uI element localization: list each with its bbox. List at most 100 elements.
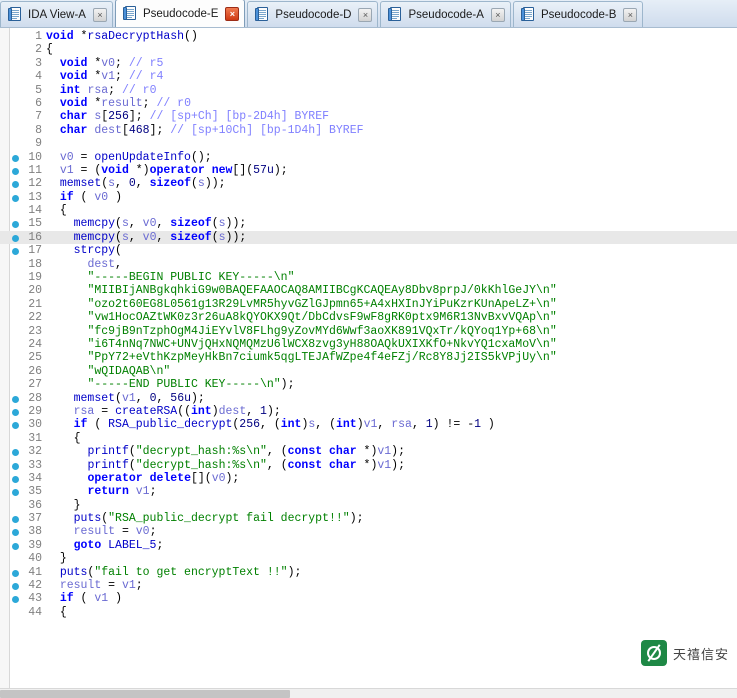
document-icon: [388, 7, 402, 22]
line-text: "-----BEGIN PUBLIC KEY-----\n": [87, 271, 295, 285]
tab-pseudocode-a[interactable]: Pseudocode-A ×: [380, 1, 511, 27]
code-line[interactable]: 37 puts("RSA_public_decrypt fail decrypt…: [0, 512, 737, 525]
code-line[interactable]: 27 "-----END PUBLIC KEY-----\n");: [0, 378, 737, 391]
close-icon[interactable]: ×: [490, 7, 505, 22]
code-line[interactable]: 2{: [0, 43, 737, 56]
code-line[interactable]: 10 v0 = openUpdateInfo();: [0, 151, 737, 164]
code-line[interactable]: 13 if ( v0 ): [0, 191, 737, 204]
code-line[interactable]: 21 "ozo2t60EG8L0561g13R29LvMR5hyvGZlGJpm…: [0, 298, 737, 311]
horizontal-scrollbar-thumb[interactable]: [0, 690, 290, 698]
code-line[interactable]: 4 void *v1; // r4: [0, 70, 737, 83]
code-line[interactable]: 24 "i6T4nNq7NWC+UNVjQHxNQMQMzU6lWCX8zvg3…: [0, 338, 737, 351]
code-line[interactable]: 25 "PpY72+eVthKzpMeyHkBn7ciumk5qgLTEJAfW…: [0, 351, 737, 364]
code-line[interactable]: 1 void *rsaDecryptHash(): [0, 30, 737, 43]
close-icon[interactable]: ×: [623, 7, 638, 22]
line-number: 41: [28, 565, 42, 579]
code-line[interactable]: 5 int rsa; // r0: [0, 84, 737, 97]
line-number: 16: [28, 230, 42, 244]
line-number: 40: [28, 552, 42, 566]
line-number: 32: [28, 445, 42, 459]
line-number: 44: [28, 605, 42, 619]
line-text: puts("RSA_public_decrypt fail decrypt!!"…: [73, 512, 364, 526]
code-line[interactable]: 23 "fc9jB9nTzphOgM4JiEYvlV8FLhg9yZovMYd6…: [0, 325, 737, 338]
code-line[interactable]: 12 memset(s, 0, sizeof(s));: [0, 177, 737, 190]
code-line[interactable]: 16 memcpy(s, v0, sizeof(s));: [0, 230, 737, 245]
line-number: 31: [28, 431, 42, 445]
line-text: "MIIBIjANBgkqhkiG9w0BAQEFAAOCAQ8AMIIBCgK…: [87, 284, 557, 298]
code-line[interactable]: 35 return v1;: [0, 485, 737, 498]
line-text: }: [73, 498, 81, 512]
line-text: memset(v1, 0, 56u);: [73, 391, 205, 405]
tab-label: Pseudocode-E: [142, 7, 219, 20]
horizontal-scrollbar[interactable]: [0, 688, 737, 698]
line-text: "PpY72+eVthKzpMeyHkBn7ciumk5qgLTEJAfWZpe…: [87, 351, 557, 365]
code-line[interactable]: 36 }: [0, 499, 737, 512]
tab-pseudocode-d[interactable]: Pseudocode-D ×: [247, 1, 379, 27]
tab-bar: IDA View-A × Pseudocode-E × Pseudocode-D × Pse…: [0, 0, 737, 28]
tab-label: Pseudocode-A: [408, 8, 484, 21]
code-line[interactable]: 29 rsa = createRSA((int)dest, 1);: [0, 405, 737, 418]
line-number: 25: [28, 351, 42, 365]
line-number: 23: [28, 324, 42, 338]
line-text: {: [73, 431, 81, 445]
code-line[interactable]: 11 v1 = (void *)operator new[](57u);: [0, 164, 737, 177]
pseudocode-editor[interactable]: 1 void *rsaDecryptHash() 2{3 void *v0; // …: [0, 28, 737, 688]
code-line[interactable]: 6 void *result; // r0: [0, 97, 737, 110]
code-line[interactable]: 14 {: [0, 204, 737, 217]
line-text: printf("decrypt_hash:%s\n", (const char …: [87, 458, 405, 472]
line-number: 14: [28, 204, 42, 218]
code-line[interactable]: 31 {: [0, 432, 737, 445]
code-line[interactable]: 18 dest,: [0, 258, 737, 271]
tab-ida-view-a[interactable]: IDA View-A ×: [0, 1, 113, 27]
code-line[interactable]: 32 printf("decrypt_hash:%s\n", (const ch…: [0, 445, 737, 458]
code-line[interactable]: 30 if ( RSA_public_decrypt(256, (int)s, …: [0, 418, 737, 431]
line-number: 20: [28, 284, 42, 298]
tab-pseudocode-b[interactable]: Pseudocode-B ×: [512, 1, 644, 27]
code-line[interactable]: 22 "vw1HocOAZtWK0z3r26uA8kQYOKX9Qt/DbCdv…: [0, 311, 737, 324]
code-line[interactable]: 38 result = v0;: [0, 525, 737, 538]
line-text: char s[256]; // [sp+Ch] [bp-2D4h] BYREF: [59, 110, 330, 124]
code-line[interactable]: 39 goto LABEL_5;: [0, 539, 737, 552]
code-line[interactable]: 33 printf("decrypt_hash:%s\n", (const ch…: [0, 459, 737, 472]
close-icon[interactable]: ×: [225, 6, 240, 21]
code-line[interactable]: 40 }: [0, 552, 737, 565]
line-text: void *rsaDecryptHash(): [46, 30, 198, 43]
line-text: if ( RSA_public_decrypt(256, (int)s, (in…: [73, 418, 495, 432]
line-text: void *result; // r0: [59, 96, 191, 110]
code-line[interactable]: 8 char dest[468]; // [sp+10Ch] [bp-1D4h]…: [0, 124, 737, 137]
code-line[interactable]: 42 result = v1;: [0, 579, 737, 592]
line-text: {: [59, 605, 67, 619]
line-text: "i6T4nNq7NWC+UNVjQHxNQMQMzU6lWCX8zvg3yH8…: [87, 337, 557, 351]
line-number: 29: [28, 404, 42, 418]
code-line[interactable]: 43 if ( v1 ): [0, 592, 737, 605]
code-line[interactable]: 17 strcpy(: [0, 244, 737, 257]
code-line[interactable]: 9: [0, 137, 737, 150]
tab-pseudocode-e[interactable]: Pseudocode-E ×: [114, 0, 246, 27]
code-line[interactable]: 26 "wQIDAQAB\n": [0, 365, 737, 378]
line-number: 38: [28, 525, 42, 539]
line-text: void *v0; // r5: [59, 56, 164, 70]
code-line[interactable]: 41 puts("fail to get encryptText !!");: [0, 566, 737, 579]
code-line[interactable]: 44 {: [0, 606, 737, 619]
line-number: 34: [28, 471, 42, 485]
line-text: "wQIDAQAB\n": [87, 364, 171, 378]
line-number: 13: [28, 190, 42, 204]
code-line[interactable]: 3 void *v0; // r5: [0, 57, 737, 70]
line-number: 27: [28, 378, 42, 392]
close-icon[interactable]: ×: [358, 7, 373, 22]
code-line[interactable]: 19 "-----BEGIN PUBLIC KEY-----\n": [0, 271, 737, 284]
document-icon: [8, 7, 21, 22]
code-line[interactable]: 28 memset(v1, 0, 56u);: [0, 392, 737, 405]
line-number: 19: [28, 271, 42, 285]
close-icon[interactable]: ×: [92, 7, 107, 22]
line-number: 39: [28, 538, 42, 552]
line-text: dest,: [87, 257, 122, 271]
line-number: 37: [28, 512, 42, 526]
tab-label: IDA View-A: [28, 8, 86, 21]
code-line[interactable]: 20 "MIIBIjANBgkqhkiG9w0BAQEFAAOCAQ8AMIIB…: [0, 284, 737, 297]
code-line[interactable]: 15 memcpy(s, v0, sizeof(s));: [0, 217, 737, 230]
tab-label: Pseudocode-B: [540, 8, 617, 21]
line-number: 1: [35, 30, 42, 43]
code-line[interactable]: 7 char s[256]; // [sp+Ch] [bp-2D4h] BYRE…: [0, 110, 737, 123]
code-line[interactable]: 34 operator delete[](v0);: [0, 472, 737, 485]
